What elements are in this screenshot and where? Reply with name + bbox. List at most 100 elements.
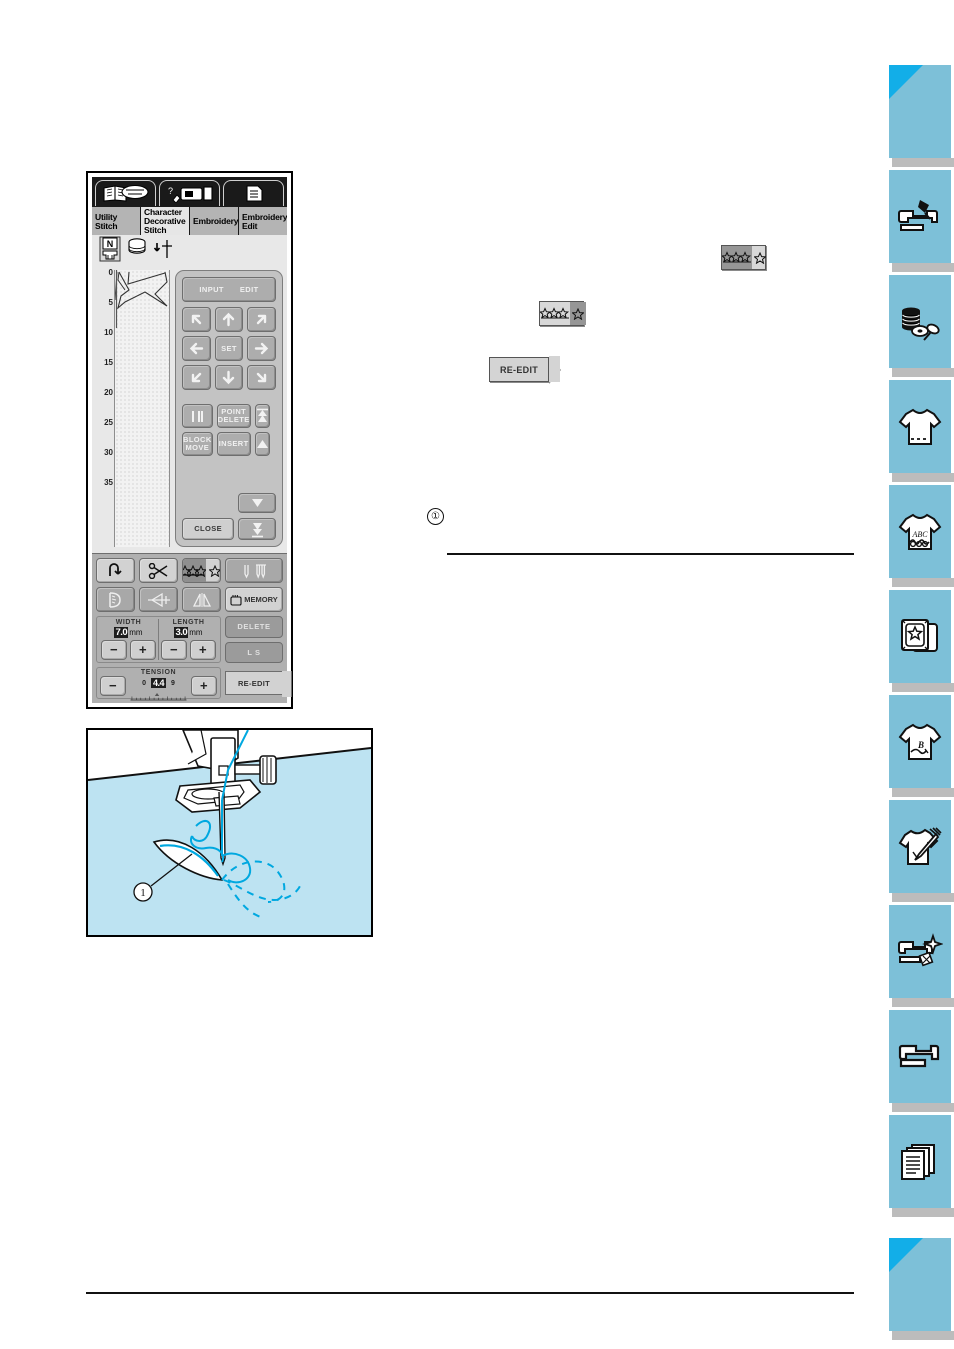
ruler-tick-30: 30 [104, 448, 113, 457]
sidebar-tab-machine-settings[interactable] [889, 1010, 954, 1112]
twin-needle-button[interactable] [225, 558, 283, 583]
sidebar-tab-embroidery[interactable] [889, 590, 954, 692]
sidebar-tab-threading[interactable] [889, 275, 954, 377]
tab-shadow [892, 578, 954, 587]
tab-shadow [892, 893, 954, 902]
arrow-up-left-button[interactable] [182, 307, 211, 332]
arrow-up-button[interactable] [214, 307, 244, 332]
memory-label: MEMORY [244, 595, 278, 604]
length-minus-button[interactable]: − [161, 640, 187, 660]
corner-blank-icon [889, 1238, 923, 1272]
tension-minus-button[interactable]: − [100, 676, 126, 696]
tab-embroidery-edit[interactable]: Embroidery Edit [239, 207, 287, 235]
tab-shadow [892, 788, 954, 797]
sidebar-tab-back-cover[interactable] [889, 1238, 954, 1340]
thread-cutter-button[interactable] [139, 558, 178, 583]
single-double-stitch-button[interactable] [182, 404, 213, 428]
tension-label: TENSION [140, 669, 177, 676]
hoop-star-icon [889, 590, 951, 683]
ls-size-button[interactable]: L S [225, 641, 283, 663]
body-callout-marker: ① [427, 508, 444, 525]
machine-sparkle-icon [889, 905, 951, 998]
tension-minus-label: − [109, 678, 117, 693]
width-length-box: WIDTH 7.0 mm − + LENGTH 3.0 mm − + [96, 616, 221, 663]
length-group: LENGTH 3.0 mm − + [158, 619, 218, 660]
sidebar-tab-getting-ready[interactable] [889, 170, 954, 272]
sidebar-tab-my-custom-design[interactable] [889, 800, 954, 902]
tab-character-decorative-stitch[interactable]: Character Decorative Stitch [141, 207, 190, 235]
sidebar-tab-cover[interactable] [889, 65, 954, 167]
panel-footer [182, 493, 276, 513]
svg-text:ABC: ABC [911, 530, 928, 539]
arrow-up-right-button[interactable] [247, 307, 276, 332]
settings-list-icon[interactable] [223, 180, 284, 206]
vertical-mirror-button[interactable] [182, 587, 221, 612]
tab-embroidery[interactable]: Embroidery [190, 207, 239, 235]
auto-thread-button[interactable] [96, 587, 135, 612]
block-move-button[interactable]: BLOCK MOVE [182, 432, 213, 456]
re-edit-inline-key[interactable]: RE-EDIT [489, 356, 561, 384]
arrow-down-right-button[interactable] [247, 365, 276, 390]
tab-shadow [892, 158, 954, 167]
sidebar-tab-index[interactable] [889, 1115, 954, 1217]
sidebar-tab-appendix-maintenance[interactable] [889, 905, 954, 1007]
insert-button[interactable]: INSERT [216, 432, 251, 456]
ruler-tick-15: 15 [104, 358, 113, 367]
delete-button[interactable]: DELETE [225, 616, 283, 638]
tshirt-stitch-icon [889, 380, 951, 473]
arrow-down-button[interactable] [214, 365, 244, 390]
arrow-down-left-button[interactable] [182, 365, 211, 390]
length-value: 3.0 [174, 627, 189, 638]
edit-actions: POINT DELETE BLOCK MOVE INSERT [182, 404, 276, 456]
manual-book-icon[interactable] [95, 180, 156, 206]
tab-shadow [892, 683, 954, 692]
width-unit: mm [129, 628, 143, 637]
ruler-tick-10: 10 [104, 328, 113, 337]
re-edit-button[interactable]: RE-EDIT [225, 671, 283, 695]
tension-plus-button[interactable]: + [191, 676, 217, 696]
ruler-tick-0: 0 [108, 268, 113, 277]
svg-text:N: N [107, 239, 114, 249]
illustration-figure: 1 [86, 728, 373, 937]
tab-utility-stitch[interactable]: Utility Stitch [92, 207, 141, 235]
needle-position-icon[interactable] [153, 237, 177, 266]
arrow-right-button[interactable] [247, 336, 276, 361]
input-edit-toggle[interactable]: INPUT EDIT [182, 277, 276, 302]
tab-shadow [892, 473, 954, 482]
scroll-bottom-button[interactable] [238, 518, 276, 540]
ruler-tick-25: 25 [104, 418, 113, 427]
horizontal-mirror-button[interactable] [139, 587, 178, 612]
presser-foot-n-icon[interactable]: N [99, 236, 121, 267]
tab-character-decorative-stitch-label: Character Decorative Stitch [144, 207, 186, 235]
scroll-up-button[interactable] [254, 432, 271, 456]
width-minus-button[interactable]: − [101, 640, 127, 660]
sidebar-tab-embroidery-edit[interactable]: B [889, 695, 954, 797]
scroll-down-button[interactable] [238, 493, 276, 513]
length-minus-label: − [170, 642, 178, 657]
width-plus-button[interactable]: + [130, 640, 156, 660]
point-delete-button[interactable]: POINT DELETE [216, 404, 251, 428]
width-group: WIDTH 7.0 mm − + [99, 619, 158, 660]
machine-outline-icon [889, 1010, 951, 1103]
arrow-left-button[interactable] [182, 336, 211, 361]
set-button[interactable]: SET [214, 336, 244, 361]
tshirt-pen-icon [889, 800, 951, 893]
machine-help-icon[interactable]: ? [159, 180, 220, 206]
ls-label: L S [247, 647, 261, 657]
insert-label: INSERT [218, 439, 249, 448]
stitch-repeat-key-right-selected[interactable] [539, 301, 586, 326]
sidebar-tab-character-decorative[interactable]: ABC [889, 485, 954, 587]
length-plus-button[interactable]: + [190, 640, 216, 660]
scroll-top-button[interactable] [254, 404, 271, 428]
body-separator-rule [447, 553, 854, 555]
stitch-repeat-key-left-selected[interactable] [721, 245, 766, 270]
reverse-stitch-button[interactable] [96, 558, 135, 583]
tab-shadow [892, 368, 954, 377]
close-button[interactable]: CLOSE [182, 518, 235, 540]
sidebar-tab-utility-stitches[interactable] [889, 380, 954, 482]
stitch-pattern-canvas[interactable] [114, 270, 170, 547]
memory-button[interactable]: MEMORY [225, 587, 283, 612]
bobbin-icon[interactable] [127, 237, 147, 266]
stitch-repeat-button[interactable] [182, 558, 221, 583]
ruler-tick-35: 35 [104, 478, 113, 487]
